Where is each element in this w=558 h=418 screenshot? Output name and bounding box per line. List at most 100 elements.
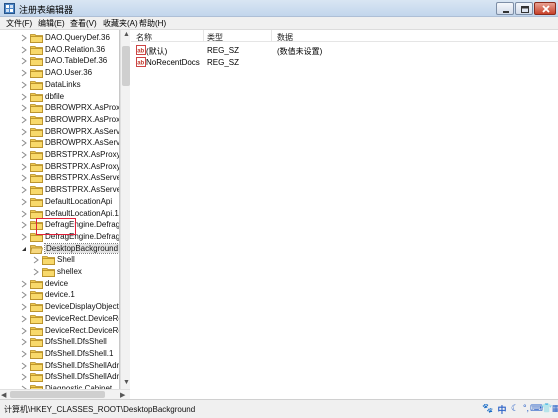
column-divider[interactable] <box>271 30 272 42</box>
tree-item-label: DBROWPRX.AsProxy <box>45 103 120 113</box>
tree-item-label: shellex <box>57 267 82 276</box>
collapsed-triangle-icon[interactable] <box>20 198 28 206</box>
folder-icon <box>30 291 43 301</box>
collapsed-triangle-icon[interactable] <box>20 128 28 136</box>
list-header: 名称 类型 数据 <box>131 30 558 42</box>
tree-item[interactable]: DBROWPRX.AsProxy <box>0 102 120 114</box>
collapsed-triangle-icon[interactable] <box>20 350 28 358</box>
scroll-up-icon[interactable]: ▲ <box>123 31 130 38</box>
menu-help[interactable]: 帮助(H) <box>139 18 166 29</box>
collapsed-triangle-icon[interactable] <box>20 34 28 42</box>
tree-item-label: DBRSTPRX.AsProxy.1 <box>45 161 120 171</box>
tree-vertical-scrollbar[interactable]: ▲ ▼ <box>120 30 130 389</box>
maximize-button[interactable] <box>515 2 533 15</box>
collapsed-triangle-icon[interactable] <box>20 57 28 65</box>
scroll-down-icon[interactable]: ▼ <box>123 379 130 386</box>
tree-item[interactable]: shellex <box>0 266 119 278</box>
collapsed-triangle-icon[interactable] <box>20 151 28 159</box>
tree-item[interactable]: DfsShell.DfsShellAdmin. <box>0 371 119 383</box>
tree-item[interactable]: DBRSTPRX.AsServer <box>0 172 119 184</box>
grid-icon[interactable]: ▦ <box>550 403 558 415</box>
collapsed-triangle-icon[interactable] <box>20 210 28 218</box>
collapsed-triangle-icon[interactable] <box>20 327 28 335</box>
tree-item[interactable]: DataLinks <box>0 79 119 91</box>
tree-item[interactable]: dbfile <box>0 91 119 103</box>
menu-edit[interactable]: 编辑(E) <box>38 18 65 29</box>
tree-item[interactable]: DeviceRect.DeviceRect. <box>0 325 119 337</box>
tree-item[interactable]: DeviceRect.DeviceRect <box>0 313 119 325</box>
svg-text:ab: ab <box>137 49 144 55</box>
folder-icon <box>42 268 55 277</box>
minimize-button[interactable] <box>496 2 514 15</box>
collapsed-triangle-icon[interactable] <box>20 116 28 124</box>
column-header-data[interactable]: 数据 <box>277 32 293 43</box>
registry-values-list[interactable]: 名称 类型 数据 ab (默认) REG_SZ (数值未设置) ab NoRecentDo… <box>131 30 558 399</box>
collapsed-triangle-icon[interactable] <box>20 233 28 241</box>
tree-item-label: DBRSTPRX.AsProxy <box>45 150 120 159</box>
collapsed-triangle-icon[interactable] <box>20 221 28 229</box>
value-row[interactable]: ab NoRecentDocs REG_SZ <box>131 56 558 68</box>
collapsed-triangle-icon[interactable] <box>20 291 28 299</box>
collapsed-triangle-icon[interactable] <box>20 93 28 101</box>
open-folder-icon <box>30 244 43 254</box>
tree-item[interactable]: Shell <box>0 254 119 266</box>
tree-horizontal-scrollbar[interactable]: ◀ ▶ <box>0 389 130 399</box>
tree-item-label: DataLinks <box>45 79 81 89</box>
scroll-left-icon[interactable]: ◀ <box>1 391 6 399</box>
tree-item[interactable]: DBROWPRX.AsServer <box>0 126 119 138</box>
tree-item[interactable]: DfsShell.DfsShell <box>0 336 119 348</box>
tree-vertical-scroll-thumb[interactable] <box>122 46 130 86</box>
tree-item-label: DBROWPRX.AsProxy.1 <box>45 114 120 124</box>
tree-item[interactable]: DBROWPRX.AsProxy.1 <box>0 114 120 126</box>
collapsed-triangle-icon[interactable] <box>20 104 28 112</box>
scroll-right-icon[interactable]: ▶ <box>120 391 125 399</box>
ime-chinese-indicator[interactable]: 中 <box>496 403 508 415</box>
collapsed-triangle-icon[interactable] <box>32 268 40 276</box>
collapsed-triangle-icon[interactable] <box>20 280 28 288</box>
tree-item[interactable]: DAO.TableDef.36 <box>0 55 119 67</box>
collapsed-triangle-icon[interactable] <box>20 46 28 54</box>
collapsed-triangle-icon[interactable] <box>20 69 28 77</box>
menu-view[interactable]: 查看(V) <box>70 18 97 29</box>
folder-icon <box>30 373 43 383</box>
collapsed-triangle-icon[interactable] <box>20 186 28 194</box>
tree-item[interactable]: DBRSTPRX.AsProxy.1 <box>0 161 120 173</box>
collapsed-triangle-icon[interactable] <box>20 373 28 381</box>
tree-item[interactable]: DBRSTPRX.AsServer.1 <box>0 184 119 196</box>
tree-item-label: device.1 <box>45 290 75 300</box>
menu-file[interactable]: 文件(F) <box>6 18 32 29</box>
folder-icon <box>30 303 43 312</box>
tree-horizontal-scroll-thumb[interactable] <box>10 391 105 398</box>
tree-item[interactable]: DAO.User.36 <box>0 67 119 79</box>
tree-item[interactable]: device.1 <box>0 289 119 301</box>
column-header-type[interactable]: 类型 <box>207 32 223 43</box>
tree-item[interactable]: DBRSTPRX.AsProxy <box>0 149 120 161</box>
collapsed-triangle-icon[interactable] <box>20 303 28 311</box>
collapsed-triangle-icon[interactable] <box>20 163 28 171</box>
close-button[interactable] <box>534 2 556 15</box>
collapsed-triangle-icon[interactable] <box>20 315 28 323</box>
tree-item[interactable]: DfsShell.DfsShell.1 <box>0 348 119 360</box>
collapsed-triangle-icon[interactable] <box>20 338 28 346</box>
tree-item[interactable]: DefaultLocationApi <box>0 196 119 208</box>
collapsed-triangle-icon[interactable] <box>32 256 40 264</box>
tree-item[interactable]: DAO.QueryDef.36 <box>0 32 119 44</box>
collapsed-triangle-icon[interactable] <box>20 362 28 370</box>
collapsed-triangle-icon[interactable] <box>20 139 28 147</box>
collapsed-triangle-icon[interactable] <box>20 81 28 89</box>
tree-item[interactable]: DBROWPRX.AsServer.1 <box>0 137 119 149</box>
menu-favorites[interactable]: 收藏夹(A) <box>103 18 138 29</box>
value-row[interactable]: ab (默认) REG_SZ (数值未设置) <box>131 44 558 56</box>
tree-item[interactable]: DeviceDisplayObject <box>0 301 119 313</box>
tree-item[interactable]: DAO.Relation.36 <box>0 44 119 56</box>
folder-icon <box>30 45 43 55</box>
tree-item[interactable]: DesktopBackground <box>0 242 119 255</box>
registry-key-tree[interactable]: DAO.QueryDef.36 DAO.Relation.36 DAO.TableD… <box>0 30 120 389</box>
column-divider[interactable] <box>203 30 204 42</box>
tree-item[interactable]: device <box>0 278 119 290</box>
collapsed-triangle-icon[interactable] <box>20 174 28 182</box>
paw-icon[interactable]: 🐾 <box>482 403 494 415</box>
column-header-name[interactable]: 名称 <box>136 32 152 43</box>
expanded-triangle-icon[interactable] <box>20 245 28 253</box>
tree-item[interactable]: DfsShell.DfsShellAdmin <box>0 360 119 372</box>
